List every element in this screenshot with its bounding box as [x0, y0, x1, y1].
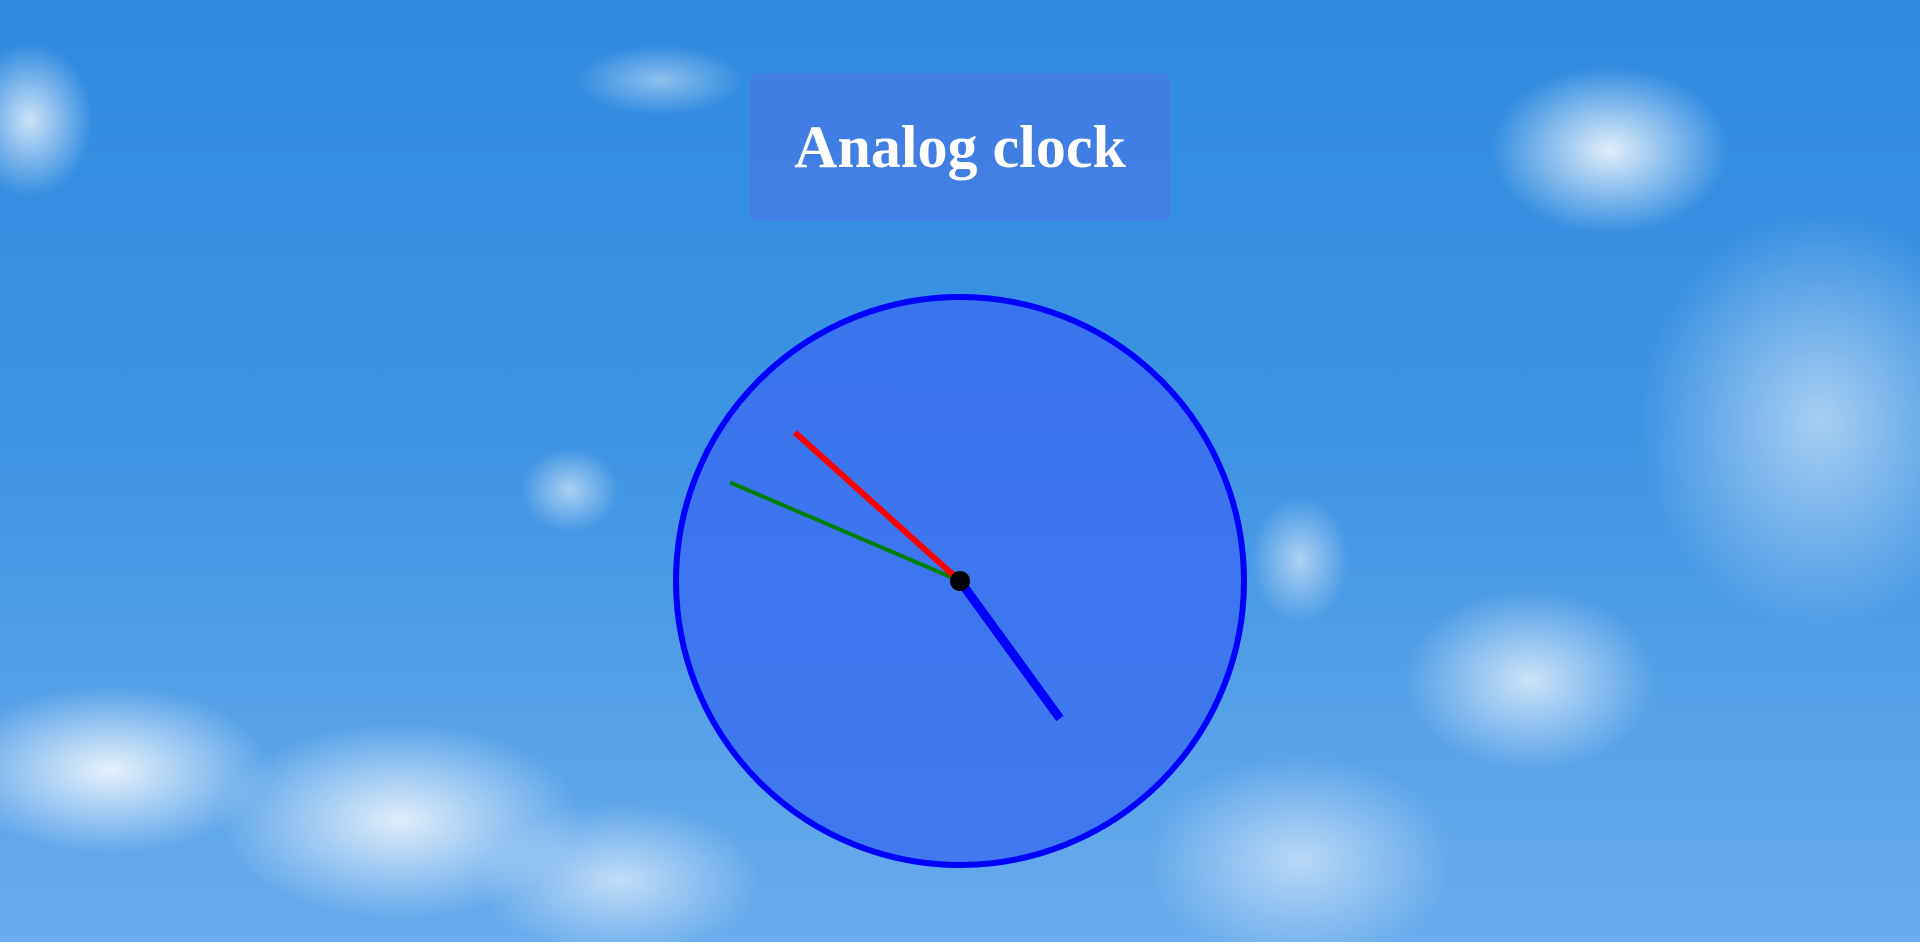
page: { "header": { "title": "Analog clock" },…: [0, 0, 1920, 942]
title-panel: Analog clock: [750, 73, 1170, 221]
analog-clock: [673, 294, 1247, 868]
page-title: Analog clock: [794, 114, 1126, 180]
clock-center-dot: [950, 571, 970, 591]
